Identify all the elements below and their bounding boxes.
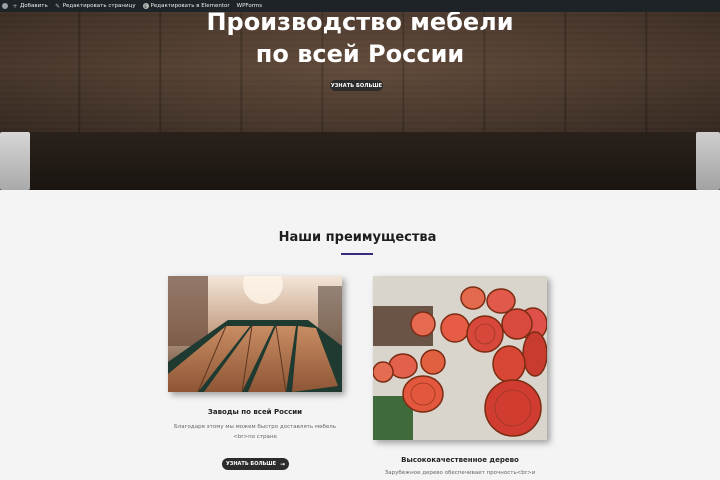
- chair-right-image: [696, 132, 720, 190]
- hero-floor: [0, 132, 720, 190]
- hero-banner: Производство мебели по всей России УЗНАТ…: [0, 0, 720, 190]
- arrow-right-icon: →: [280, 460, 286, 468]
- card-wood-title: Высококачественное дерево: [401, 456, 519, 464]
- admin-add-new-label: Добавить: [20, 3, 48, 9]
- hero-title-line2: по всей России: [255, 40, 465, 68]
- wordpress-logo-icon[interactable]: [2, 3, 8, 9]
- card-button-label: УЗНАТЬ БОЛЬШЕ: [225, 461, 276, 467]
- card-factories-text: Благодаря этому мы можем быстро доставля…: [168, 422, 342, 442]
- factory-wood-boards-image: [168, 276, 342, 392]
- admin-edit-page[interactable]: ✎ Редактировать страницу: [55, 2, 136, 10]
- admin-edit-elementor-label: Редактировать в Elementor: [150, 3, 230, 9]
- chair-left-image: [0, 132, 30, 190]
- elementor-icon: E: [142, 3, 149, 9]
- hero-learn-more-button[interactable]: УЗНАТЬ БОЛЬШЕ: [330, 80, 383, 91]
- card-factories-text-line2: <br>по стране: [233, 434, 277, 440]
- admin-edit-elementor[interactable]: E Редактировать в Elementor: [142, 3, 230, 9]
- card-factories-learn-more-button[interactable]: УЗНАТЬ БОЛЬШЕ →: [222, 458, 289, 470]
- advantages-title-underline: [341, 253, 373, 255]
- card-wood-text: Зарубежное дерево обеспечивает прочность…: [384, 470, 536, 476]
- card-factories-title: Заводы по всей России: [207, 408, 303, 416]
- factory-illustration: [168, 276, 342, 392]
- plus-icon: +: [12, 2, 18, 10]
- logs-illustration: [373, 276, 547, 440]
- admin-wpforms[interactable]: WPForms: [237, 3, 262, 9]
- admin-wpforms-label: WPForms: [236, 3, 263, 9]
- hero-title: Производство мебели по всей России: [0, 6, 720, 70]
- admin-add-new[interactable]: + Добавить: [12, 2, 48, 10]
- wp-admin-bar: + Добавить ✎ Редактировать страницу E Ре…: [0, 0, 720, 12]
- advantages-title: Наши преимущества: [278, 230, 437, 245]
- card-factories-text-line1: Благодаря этому мы можем быстро доставля…: [173, 424, 337, 430]
- admin-edit-page-label: Редактировать страницу: [62, 3, 136, 9]
- pencil-icon: ✎: [55, 2, 61, 10]
- red-logs-image: [373, 276, 547, 440]
